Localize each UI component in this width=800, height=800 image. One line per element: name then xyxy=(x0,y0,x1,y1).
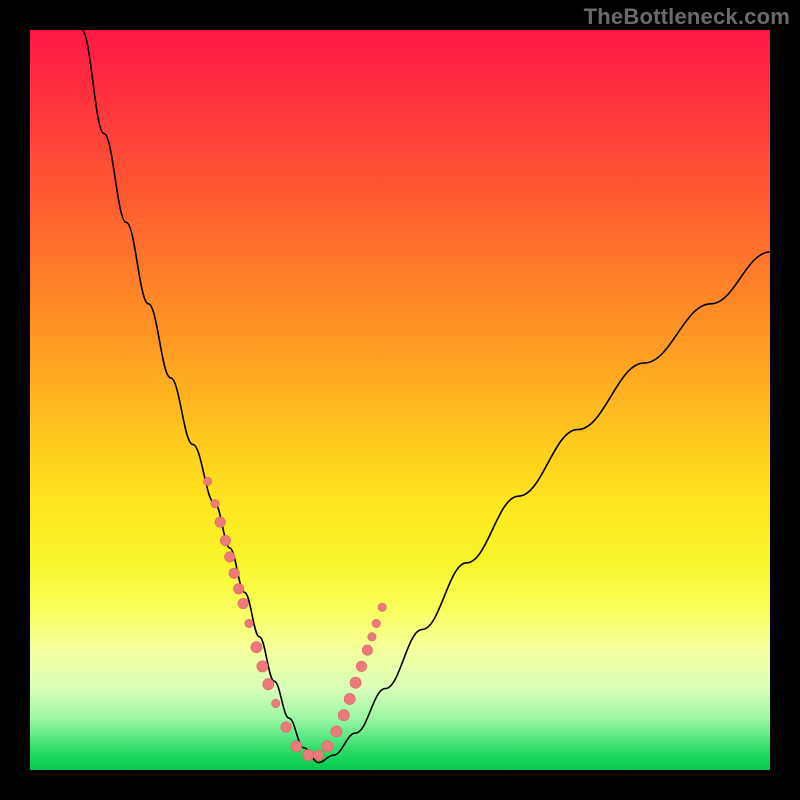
sample-dot xyxy=(303,750,314,761)
sample-dot xyxy=(338,710,349,721)
watermark-text: TheBottleneck.com xyxy=(584,4,790,30)
sample-dot xyxy=(229,568,239,578)
sample-dot xyxy=(322,741,333,752)
sample-dot xyxy=(331,726,342,737)
sample-dot xyxy=(234,584,244,594)
sample-dot xyxy=(245,619,253,627)
sample-dot xyxy=(238,598,248,608)
sample-dot xyxy=(344,693,355,704)
sample-dot xyxy=(263,679,274,690)
sample-dot xyxy=(378,603,386,611)
sample-dot xyxy=(356,661,366,671)
bottleneck-curve xyxy=(30,30,770,770)
sample-dot xyxy=(251,642,262,653)
chart-container: TheBottleneck.com xyxy=(0,0,800,800)
sample-dot xyxy=(203,477,211,485)
sample-dot xyxy=(225,552,235,562)
sample-dot xyxy=(257,661,268,672)
sample-dot xyxy=(272,699,280,707)
sample-dot xyxy=(291,741,302,752)
sample-dot xyxy=(372,619,380,627)
plot-area xyxy=(30,30,770,770)
sample-dot xyxy=(368,633,376,641)
sample-dot xyxy=(220,535,230,545)
sample-dot xyxy=(281,722,291,732)
sample-dot xyxy=(215,517,225,527)
sample-dot xyxy=(211,499,219,507)
sample-dot xyxy=(362,645,372,655)
sample-dot xyxy=(313,750,323,760)
sample-dot xyxy=(350,677,361,688)
